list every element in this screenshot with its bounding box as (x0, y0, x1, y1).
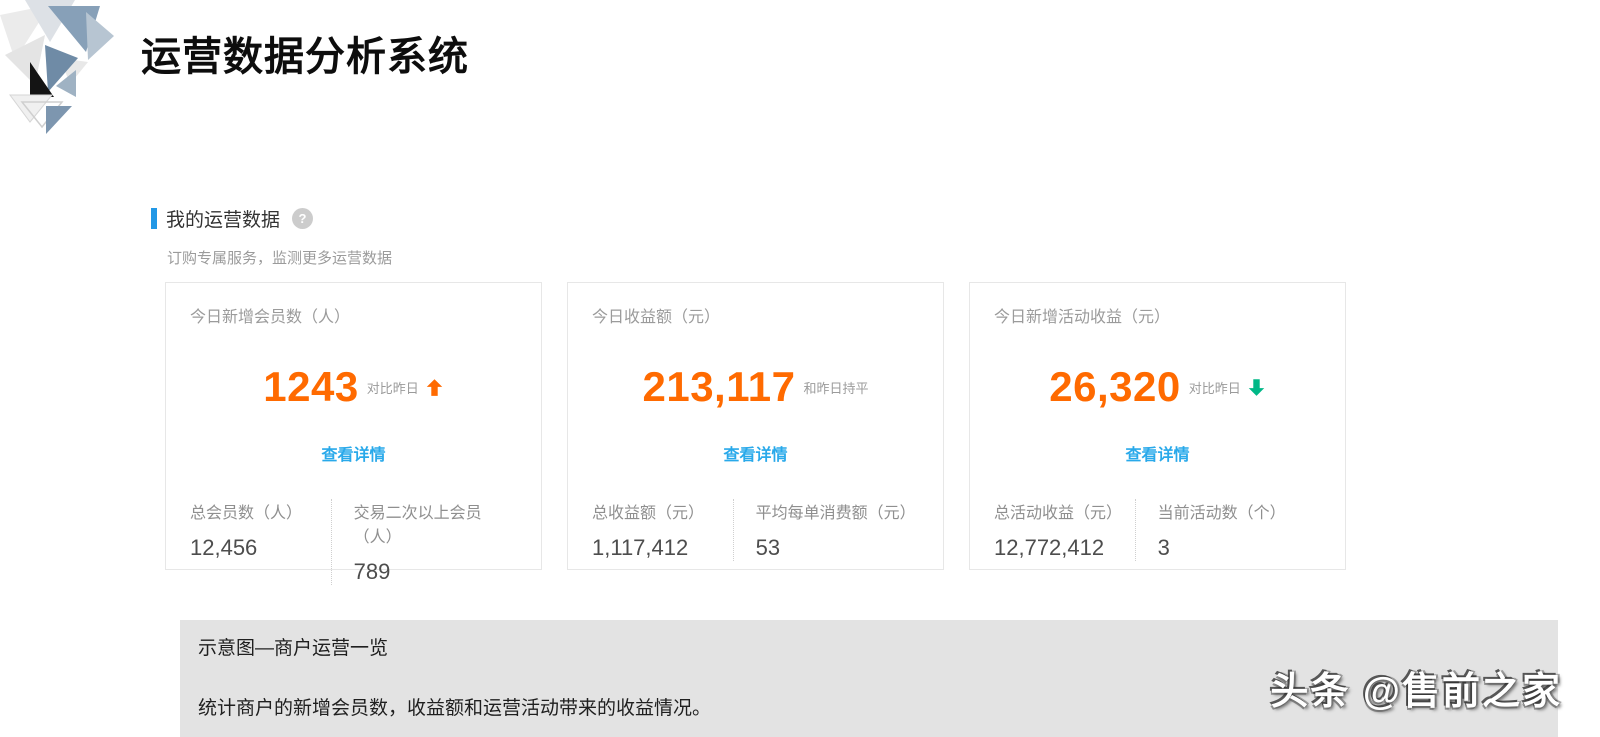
section-subtitle: 订购专属服务，监测更多运营数据 (167, 250, 393, 267)
card-revenue-today: 今日收益额（元） 213,117 和昨日持平 查看详情 总收益额（元） 1,11… (567, 282, 944, 570)
stat-value: 789 (353, 559, 391, 584)
watermark: 头条 @售前之家 (1270, 671, 1562, 713)
stat-current-activity-count: 当前活动数（个） 3 (1134, 499, 1321, 561)
section-my-operations-data: 我的运营数据 ? 订购专属服务，监测更多运营数据 (151, 205, 1411, 268)
stat-label: 当前活动数（个） (1157, 505, 1286, 522)
card-main-value-row: 1243 对比昨日 (190, 363, 517, 411)
card-title: 今日新增活动收益（元） (994, 309, 1171, 326)
card-footer: 总活动收益（元） 12,772,412 当前活动数（个） 3 (994, 499, 1321, 561)
help-icon[interactable]: ? (292, 208, 314, 229)
section-title: 我的运营数据 (166, 210, 281, 231)
card-new-members-today: 今日新增会员数（人） 1243 对比昨日 查看详情 总会员数（人） 12,456… (165, 282, 542, 585)
stat-value: 12,456 (190, 535, 258, 560)
page-title: 运营数据分析系统 (141, 35, 469, 79)
stat-value: 53 (755, 535, 781, 560)
card-main-value-row: 213,117 和昨日持平 (592, 363, 919, 411)
trend-down-icon (1247, 378, 1266, 397)
page: { "page": { "title": "运营数据分析系统" }, "sect… (0, 0, 1600, 737)
card-title: 今日新增会员数（人） (190, 309, 351, 326)
card-activity-revenue-today: 今日新增活动收益（元） 26,320 对比昨日 查看详情 总活动收益（元） 12… (969, 282, 1346, 570)
trend-label: 对比昨日 (366, 380, 419, 396)
view-details-link[interactable]: 查看详情 (592, 441, 919, 465)
section-accent-bar (151, 208, 157, 229)
stat-total-activity-revenue: 总活动收益（元） 12,772,412 (994, 499, 1135, 561)
stat-repeat-members: 交易二次以上会员（人） 789 (330, 499, 517, 585)
app-logo (0, 0, 122, 140)
view-details-link[interactable]: 查看详情 (994, 441, 1321, 465)
stat-label: 平均每单消费额（元） (755, 505, 916, 522)
metric-value: 1243 (263, 363, 359, 410)
stat-label: 交易二次以上会员（人） (353, 505, 482, 546)
metric-value: 26,320 (1049, 363, 1181, 410)
stat-label: 总会员数（人） (190, 505, 303, 522)
stat-total-revenue: 总收益额（元） 1,117,412 (592, 499, 733, 561)
view-details-link[interactable]: 查看详情 (190, 441, 517, 465)
card-footer: 总收益额（元） 1,117,412 平均每单消费额（元） 53 (592, 499, 919, 561)
card-footer: 总会员数（人） 12,456 交易二次以上会员（人） 789 (190, 499, 517, 585)
stat-value: 3 (1157, 535, 1170, 560)
stat-value: 1,117,412 (592, 535, 689, 560)
stat-label: 总活动收益（元） (994, 505, 1123, 522)
card-main-value-row: 26,320 对比昨日 (994, 363, 1321, 411)
trend-label: 对比昨日 (1188, 380, 1241, 396)
stat-total-members: 总会员数（人） 12,456 (190, 499, 331, 585)
caption-title: 示意图—商户运营一览 (198, 638, 389, 659)
trend-label: 和昨日持平 (803, 380, 869, 396)
stat-avg-order-spend: 平均每单消费额（元） 53 (732, 499, 919, 561)
metric-cards: 今日新增会员数（人） 1243 对比昨日 查看详情 总会员数（人） 12,456… (165, 282, 1346, 585)
stat-label: 总收益额（元） (592, 505, 705, 522)
triangle-collage-icon (0, 0, 114, 134)
section-header: 我的运营数据 ? (151, 205, 1411, 232)
trend-up-icon (425, 378, 444, 397)
metric-value: 213,117 (642, 363, 796, 410)
card-title: 今日收益额（元） (592, 309, 721, 326)
stat-value: 12,772,412 (994, 535, 1105, 560)
